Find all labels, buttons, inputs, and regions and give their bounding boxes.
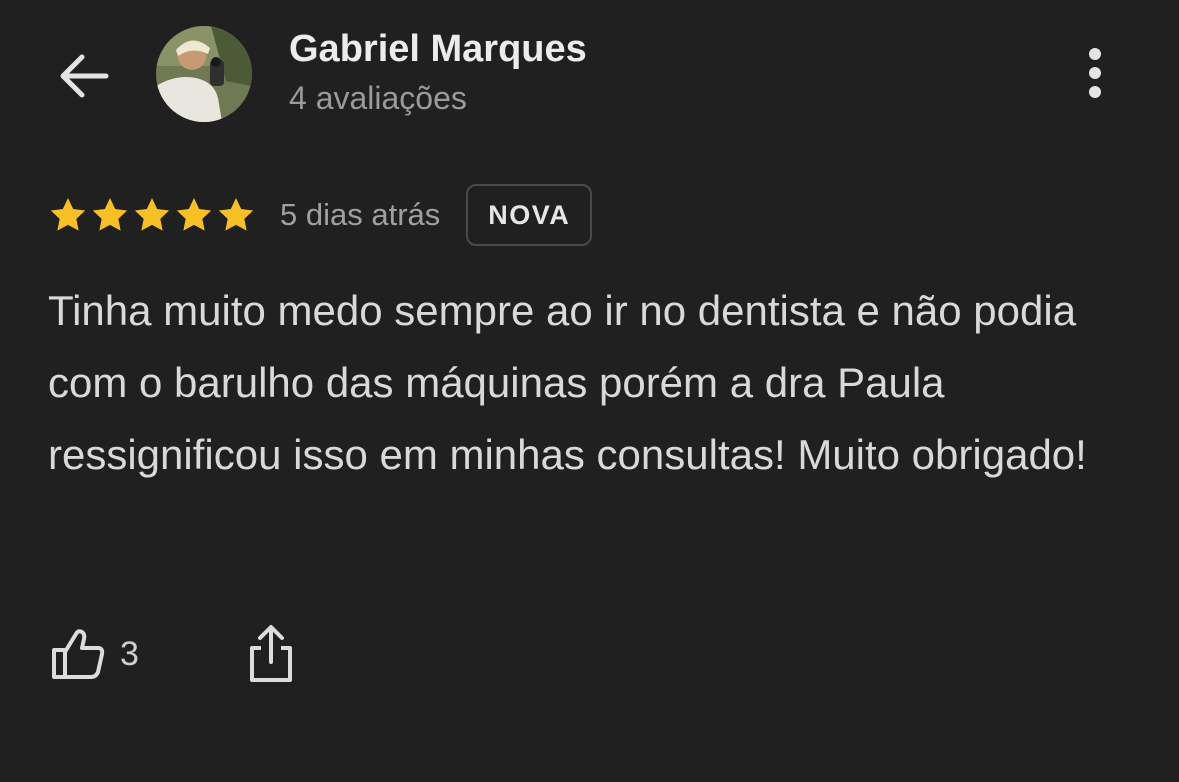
star-rating: [48, 195, 256, 235]
star-icon: [174, 195, 214, 235]
avatar-photo: [156, 26, 252, 122]
more-options-button[interactable]: [1070, 46, 1120, 102]
like-button[interactable]: 3: [48, 622, 139, 686]
reviewer-review-count: 4 avaliações: [289, 80, 467, 116]
share-icon: [250, 625, 292, 682]
share-button[interactable]: [240, 622, 302, 686]
like-count: 3: [120, 634, 139, 673]
review-text: Tinha muito medo sempre ao ir no dentist…: [48, 287, 1087, 478]
star-icon: [132, 195, 172, 235]
new-badge: NOVA: [466, 184, 593, 246]
arrow-left-icon: [60, 54, 109, 98]
avatar[interactable]: [156, 26, 252, 122]
review-date: 5 dias atrás: [280, 197, 441, 232]
rating-row: 5 dias atrás NOVA: [48, 182, 593, 248]
thumbs-up-icon: [52, 629, 105, 679]
review-screen: Gabriel Marques 4 avaliações 5 dias atrá…: [0, 0, 1179, 782]
more-vertical-icon: [1089, 48, 1101, 98]
back-button[interactable]: [52, 44, 116, 108]
star-icon: [90, 195, 130, 235]
reviewer-name[interactable]: Gabriel Marques: [289, 28, 587, 71]
star-icon: [216, 195, 256, 235]
star-icon: [48, 195, 88, 235]
